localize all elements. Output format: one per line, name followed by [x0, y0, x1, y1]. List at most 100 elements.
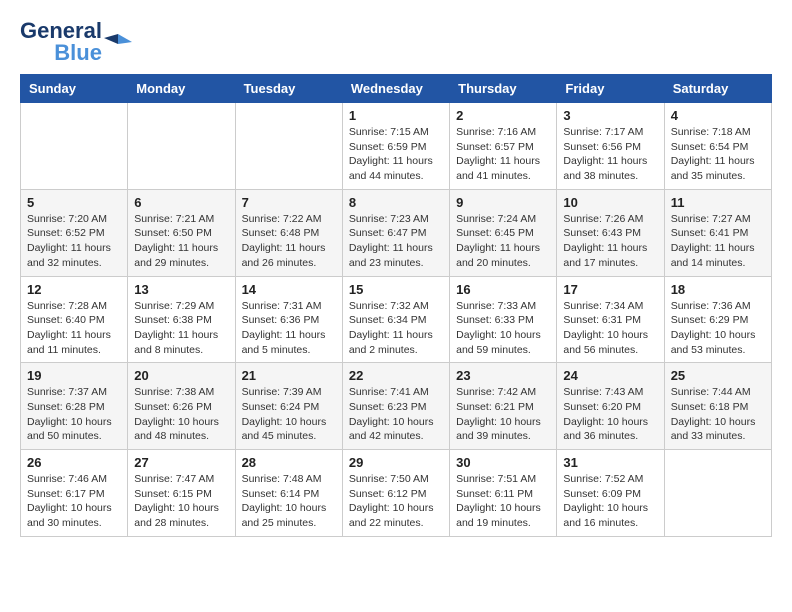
day-number: 25	[671, 368, 765, 383]
day-info: Sunrise: 7:38 AM Sunset: 6:26 PM Dayligh…	[134, 385, 228, 444]
day-number: 8	[349, 195, 443, 210]
day-number: 5	[27, 195, 121, 210]
day-number: 17	[563, 282, 657, 297]
day-cell: 22 Sunrise: 7:41 AM Sunset: 6:23 PM Dayli…	[342, 363, 449, 450]
day-number: 7	[242, 195, 336, 210]
day-number: 26	[27, 455, 121, 470]
day-number: 31	[563, 455, 657, 470]
week-row-1: 1 Sunrise: 7:15 AM Sunset: 6:59 PM Daylig…	[21, 103, 772, 190]
day-cell	[664, 450, 771, 537]
day-info: Sunrise: 7:47 AM Sunset: 6:15 PM Dayligh…	[134, 472, 228, 531]
calendar-table: SundayMondayTuesdayWednesdayThursdayFrid…	[20, 74, 772, 537]
day-info: Sunrise: 7:44 AM Sunset: 6:18 PM Dayligh…	[671, 385, 765, 444]
day-number: 24	[563, 368, 657, 383]
week-row-4: 19 Sunrise: 7:37 AM Sunset: 6:28 PM Dayli…	[21, 363, 772, 450]
day-cell	[21, 103, 128, 190]
day-cell: 24 Sunrise: 7:43 AM Sunset: 6:20 PM Dayli…	[557, 363, 664, 450]
day-info: Sunrise: 7:36 AM Sunset: 6:29 PM Dayligh…	[671, 299, 765, 358]
weekday-header-monday: Monday	[128, 75, 235, 103]
day-cell: 26 Sunrise: 7:46 AM Sunset: 6:17 PM Dayli…	[21, 450, 128, 537]
day-cell: 14 Sunrise: 7:31 AM Sunset: 6:36 PM Dayli…	[235, 276, 342, 363]
day-info: Sunrise: 7:43 AM Sunset: 6:20 PM Dayligh…	[563, 385, 657, 444]
day-cell: 15 Sunrise: 7:32 AM Sunset: 6:34 PM Dayli…	[342, 276, 449, 363]
day-cell: 19 Sunrise: 7:37 AM Sunset: 6:28 PM Dayli…	[21, 363, 128, 450]
day-number: 16	[456, 282, 550, 297]
day-cell: 7 Sunrise: 7:22 AM Sunset: 6:48 PM Daylig…	[235, 189, 342, 276]
day-cell: 23 Sunrise: 7:42 AM Sunset: 6:21 PM Dayli…	[450, 363, 557, 450]
day-cell: 5 Sunrise: 7:20 AM Sunset: 6:52 PM Daylig…	[21, 189, 128, 276]
day-info: Sunrise: 7:31 AM Sunset: 6:36 PM Dayligh…	[242, 299, 336, 358]
day-cell: 16 Sunrise: 7:33 AM Sunset: 6:33 PM Dayli…	[450, 276, 557, 363]
day-number: 4	[671, 108, 765, 123]
week-row-5: 26 Sunrise: 7:46 AM Sunset: 6:17 PM Dayli…	[21, 450, 772, 537]
day-info: Sunrise: 7:20 AM Sunset: 6:52 PM Dayligh…	[27, 212, 121, 271]
day-info: Sunrise: 7:39 AM Sunset: 6:24 PM Dayligh…	[242, 385, 336, 444]
day-cell: 20 Sunrise: 7:38 AM Sunset: 6:26 PM Dayli…	[128, 363, 235, 450]
logo-blue: Blue	[54, 42, 102, 64]
day-cell: 30 Sunrise: 7:51 AM Sunset: 6:11 PM Dayli…	[450, 450, 557, 537]
weekday-header-saturday: Saturday	[664, 75, 771, 103]
day-cell	[235, 103, 342, 190]
weekday-header-wednesday: Wednesday	[342, 75, 449, 103]
day-number: 29	[349, 455, 443, 470]
day-number: 13	[134, 282, 228, 297]
day-info: Sunrise: 7:33 AM Sunset: 6:33 PM Dayligh…	[456, 299, 550, 358]
day-info: Sunrise: 7:27 AM Sunset: 6:41 PM Dayligh…	[671, 212, 765, 271]
day-info: Sunrise: 7:41 AM Sunset: 6:23 PM Dayligh…	[349, 385, 443, 444]
day-number: 19	[27, 368, 121, 383]
day-cell: 2Sunrise: 7:16 AM Sunset: 6:57 PM Daylig…	[450, 103, 557, 190]
day-info: Sunrise: 7:26 AM Sunset: 6:43 PM Dayligh…	[563, 212, 657, 271]
week-row-3: 12 Sunrise: 7:28 AM Sunset: 6:40 PM Dayli…	[21, 276, 772, 363]
day-cell: 10 Sunrise: 7:26 AM Sunset: 6:43 PM Dayli…	[557, 189, 664, 276]
day-info: Sunrise: 7:32 AM Sunset: 6:34 PM Dayligh…	[349, 299, 443, 358]
day-number: 14	[242, 282, 336, 297]
day-cell: 21 Sunrise: 7:39 AM Sunset: 6:24 PM Dayli…	[235, 363, 342, 450]
day-number: 23	[456, 368, 550, 383]
day-info: Sunrise: 7:52 AM Sunset: 6:09 PM Dayligh…	[563, 472, 657, 531]
day-number: 18	[671, 282, 765, 297]
day-cell: 28Sunrise: 7:48 AM Sunset: 6:14 PM Dayli…	[235, 450, 342, 537]
day-info: Sunrise: 7:29 AM Sunset: 6:38 PM Dayligh…	[134, 299, 228, 358]
logo: General Blue	[20, 20, 132, 64]
day-number: 10	[563, 195, 657, 210]
day-cell: 11Sunrise: 7:27 AM Sunset: 6:41 PM Dayli…	[664, 189, 771, 276]
day-info: Sunrise: 7:51 AM Sunset: 6:11 PM Dayligh…	[456, 472, 550, 531]
day-cell: 31 Sunrise: 7:52 AM Sunset: 6:09 PM Dayli…	[557, 450, 664, 537]
day-info: Sunrise: 7:42 AM Sunset: 6:21 PM Dayligh…	[456, 385, 550, 444]
weekday-header-thursday: Thursday	[450, 75, 557, 103]
day-info: Sunrise: 7:46 AM Sunset: 6:17 PM Dayligh…	[27, 472, 121, 531]
day-cell: 4 Sunrise: 7:18 AM Sunset: 6:54 PM Daylig…	[664, 103, 771, 190]
day-number: 28	[242, 455, 336, 470]
day-info: Sunrise: 7:15 AM Sunset: 6:59 PM Dayligh…	[349, 125, 443, 184]
logo-bird-icon	[104, 28, 132, 56]
day-cell: 3Sunrise: 7:17 AM Sunset: 6:56 PM Daylig…	[557, 103, 664, 190]
day-number: 12	[27, 282, 121, 297]
day-cell: 27Sunrise: 7:47 AM Sunset: 6:15 PM Dayli…	[128, 450, 235, 537]
day-cell: 8Sunrise: 7:23 AM Sunset: 6:47 PM Daylig…	[342, 189, 449, 276]
day-cell: 1 Sunrise: 7:15 AM Sunset: 6:59 PM Daylig…	[342, 103, 449, 190]
day-info: Sunrise: 7:22 AM Sunset: 6:48 PM Dayligh…	[242, 212, 336, 271]
day-number: 3	[563, 108, 657, 123]
day-number: 30	[456, 455, 550, 470]
day-cell: 6Sunrise: 7:21 AM Sunset: 6:50 PM Daylig…	[128, 189, 235, 276]
day-cell: 12 Sunrise: 7:28 AM Sunset: 6:40 PM Dayli…	[21, 276, 128, 363]
day-info: Sunrise: 7:24 AM Sunset: 6:45 PM Dayligh…	[456, 212, 550, 271]
day-number: 1	[349, 108, 443, 123]
day-number: 21	[242, 368, 336, 383]
day-number: 20	[134, 368, 228, 383]
week-row-2: 5 Sunrise: 7:20 AM Sunset: 6:52 PM Daylig…	[21, 189, 772, 276]
day-cell: 9Sunrise: 7:24 AM Sunset: 6:45 PM Daylig…	[450, 189, 557, 276]
day-info: Sunrise: 7:50 AM Sunset: 6:12 PM Dayligh…	[349, 472, 443, 531]
day-cell: 17Sunrise: 7:34 AM Sunset: 6:31 PM Dayli…	[557, 276, 664, 363]
day-info: Sunrise: 7:21 AM Sunset: 6:50 PM Dayligh…	[134, 212, 228, 271]
day-cell: 25 Sunrise: 7:44 AM Sunset: 6:18 PM Dayli…	[664, 363, 771, 450]
day-info: Sunrise: 7:37 AM Sunset: 6:28 PM Dayligh…	[27, 385, 121, 444]
header: General Blue	[20, 20, 772, 64]
weekday-header-sunday: Sunday	[21, 75, 128, 103]
weekday-header-row: SundayMondayTuesdayWednesdayThursdayFrid…	[21, 75, 772, 103]
day-info: Sunrise: 7:18 AM Sunset: 6:54 PM Dayligh…	[671, 125, 765, 184]
day-number: 15	[349, 282, 443, 297]
day-info: Sunrise: 7:16 AM Sunset: 6:57 PM Dayligh…	[456, 125, 550, 184]
day-info: Sunrise: 7:28 AM Sunset: 6:40 PM Dayligh…	[27, 299, 121, 358]
day-number: 22	[349, 368, 443, 383]
